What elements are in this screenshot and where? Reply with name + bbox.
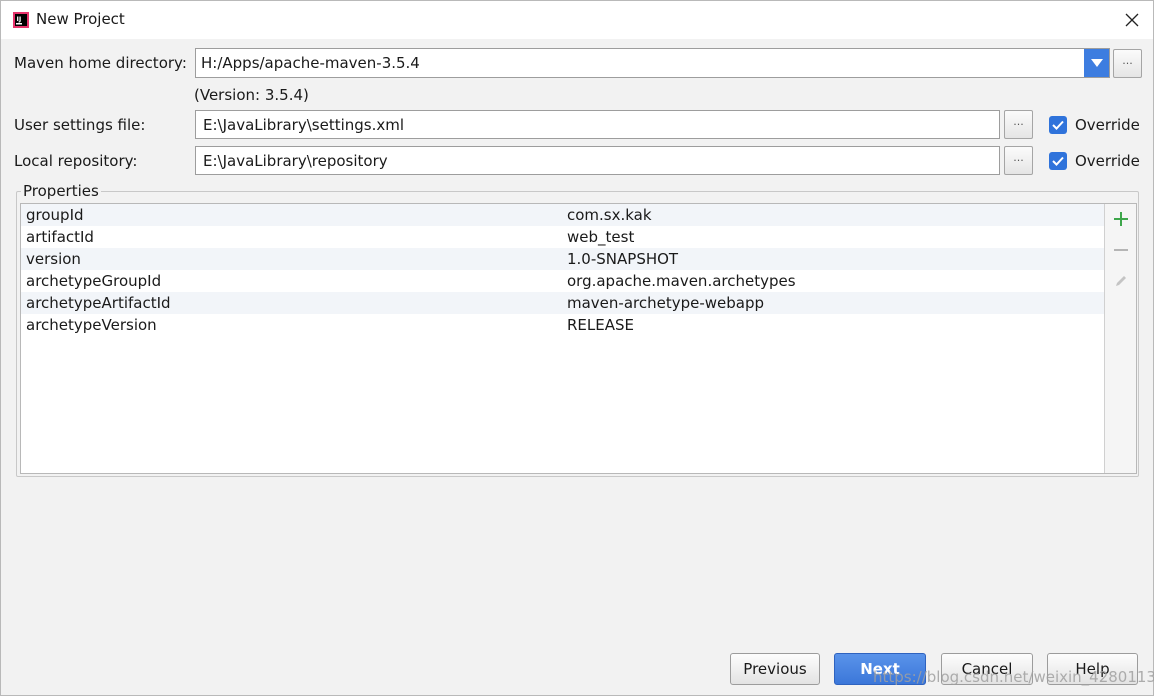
remove-property-button[interactable] [1111, 240, 1131, 260]
override-repo-label: Override [1075, 152, 1140, 170]
property-value: org.apache.maven.archetypes [567, 272, 796, 290]
user-settings-browse-button[interactable]: ··· [1004, 110, 1033, 139]
table-row[interactable]: archetypeVersion RELEASE [21, 314, 1104, 336]
maven-home-combo[interactable]: H:/Apps/apache-maven-3.5.4 [195, 48, 1110, 78]
user-settings-input[interactable] [196, 111, 999, 138]
properties-table: groupId com.sx.kak artifactId web_test v… [20, 203, 1137, 474]
checkmark-icon [1052, 156, 1064, 166]
close-button[interactable] [1117, 5, 1147, 35]
title-bar: IJ New Project [1, 1, 1153, 39]
override-settings-label: Override [1075, 116, 1140, 134]
plus-icon [1114, 212, 1128, 226]
table-row[interactable]: version 1.0-SNAPSHOT [21, 248, 1104, 270]
property-value: maven-archetype-webapp [567, 294, 765, 312]
property-key: archetypeVersion [26, 316, 157, 334]
table-row[interactable]: archetypeArtifactId maven-archetype-weba… [21, 292, 1104, 314]
add-property-button[interactable] [1111, 209, 1131, 229]
svg-text:IJ: IJ [17, 15, 22, 23]
property-key: version [26, 250, 81, 268]
local-repo-input[interactable] [196, 147, 999, 174]
property-key: archetypeGroupId [26, 272, 162, 290]
user-settings-label: User settings file: [14, 116, 146, 134]
override-settings-checkbox[interactable]: Override [1049, 116, 1140, 134]
table-row[interactable]: artifactId web_test [21, 226, 1104, 248]
property-key: artifactId [26, 228, 94, 246]
checkmark-icon [1052, 120, 1064, 130]
local-repo-browse-button[interactable]: ··· [1004, 146, 1033, 175]
property-value: 1.0-SNAPSHOT [567, 250, 679, 268]
property-value: RELEASE [567, 316, 634, 334]
dialog-content: Maven home directory: H:/Apps/apache-mav… [1, 39, 1154, 695]
properties-title: Properties [21, 182, 101, 200]
chevron-down-icon [1090, 59, 1103, 67]
maven-home-value: H:/Apps/apache-maven-3.5.4 [201, 54, 420, 72]
properties-toolbar [1104, 204, 1136, 473]
override-repo-checkbox[interactable]: Override [1049, 152, 1140, 170]
property-value: web_test [567, 228, 635, 246]
pencil-icon [1116, 276, 1126, 286]
previous-button[interactable]: Previous [730, 653, 820, 685]
new-project-dialog: IJ New Project Maven home directory: H:/… [0, 0, 1154, 696]
window-title: New Project [36, 10, 125, 28]
properties-table-body: groupId com.sx.kak artifactId web_test v… [21, 204, 1104, 473]
table-row[interactable]: archetypeGroupId org.apache.maven.archet… [21, 270, 1104, 292]
local-repo-label: Local repository: [14, 152, 138, 170]
maven-home-browse-button[interactable]: ··· [1113, 49, 1142, 78]
maven-home-label: Maven home directory: [14, 54, 187, 72]
combo-dropdown-arrow[interactable] [1084, 49, 1109, 77]
checkbox-checked[interactable] [1049, 116, 1067, 134]
intellij-app-icon: IJ [13, 12, 29, 28]
watermark-text: https://blog.csdn.net/weixin_42801135 [873, 668, 1154, 686]
table-row[interactable]: groupId com.sx.kak [21, 204, 1104, 226]
close-icon [1125, 13, 1139, 27]
minus-icon [1114, 249, 1128, 251]
edit-property-button[interactable] [1111, 271, 1131, 291]
maven-version-text: (Version: 3.5.4) [194, 86, 309, 104]
property-value: com.sx.kak [567, 206, 652, 224]
user-settings-field[interactable] [195, 110, 1000, 139]
local-repo-field[interactable] [195, 146, 1000, 175]
property-key: archetypeArtifactId [26, 294, 171, 312]
property-key: groupId [26, 206, 84, 224]
checkbox-checked[interactable] [1049, 152, 1067, 170]
